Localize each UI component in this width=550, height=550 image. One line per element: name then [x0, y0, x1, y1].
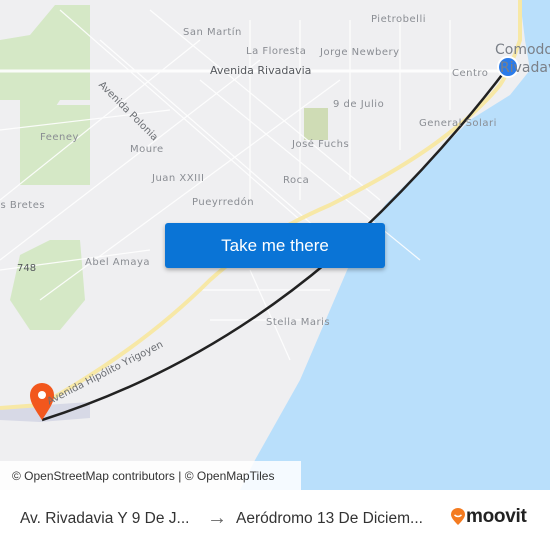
map-label-9-de-julio: 9 de Julio: [333, 99, 385, 110]
map-label-general-solari: General Solari: [419, 118, 497, 129]
take-me-there-button[interactable]: Take me there: [165, 223, 385, 268]
moovit-wordmark: moovit: [466, 506, 527, 527]
map-label-stella-maris: Stella Maris: [266, 317, 331, 328]
map-label-comodoro: Comodoro: [495, 42, 550, 58]
moovit-pin-icon: [451, 508, 465, 525]
map-label-la-floresta: La Floresta: [246, 46, 307, 57]
origin-stop-name: Av. Rivadavia Y 9 De J...: [20, 510, 190, 527]
destination-stop-name: Aeródromo 13 De Diciem...: [236, 510, 423, 527]
map-label-los-bretes: Los Bretes: [0, 200, 46, 211]
map-label-jorge-newbery: Jorge Newbery: [320, 47, 400, 58]
map-label-san-martin: San Martín: [183, 27, 242, 38]
map[interactable]: San Martín Pietrobelli La Floresta Jorge…: [0, 0, 550, 490]
map-label-abel-amaya: Abel Amaya: [85, 257, 151, 268]
map-label-rivadavia-city: Rivadavia: [500, 60, 550, 76]
map-label-avenida-rivadavia: Avenida Rivadavia: [210, 64, 312, 77]
map-label-moure: Moure: [130, 144, 164, 155]
map-label-juan-xxiii: Juan XXIII: [152, 173, 205, 184]
map-label-feeney: Feeney: [40, 132, 79, 143]
footer: Av. Rivadavia Y 9 De J... → Aeródromo 13…: [0, 490, 550, 550]
map-label-route-748: 748: [17, 263, 37, 274]
map-label-roca: Roca: [283, 175, 310, 186]
map-label-pietrobelli: Pietrobelli: [371, 14, 427, 25]
map-label-pueyrredon: Pueyrredón: [192, 197, 255, 208]
moovit-logo[interactable]: moovit: [450, 506, 527, 528]
map-label-jose-fuchs: José Fuchs: [292, 139, 350, 150]
arrow-right-icon: →: [207, 507, 227, 529]
map-label-centro: Centro: [452, 68, 489, 79]
map-attribution[interactable]: © OpenStreetMap contributors | © OpenMap…: [0, 461, 301, 490]
